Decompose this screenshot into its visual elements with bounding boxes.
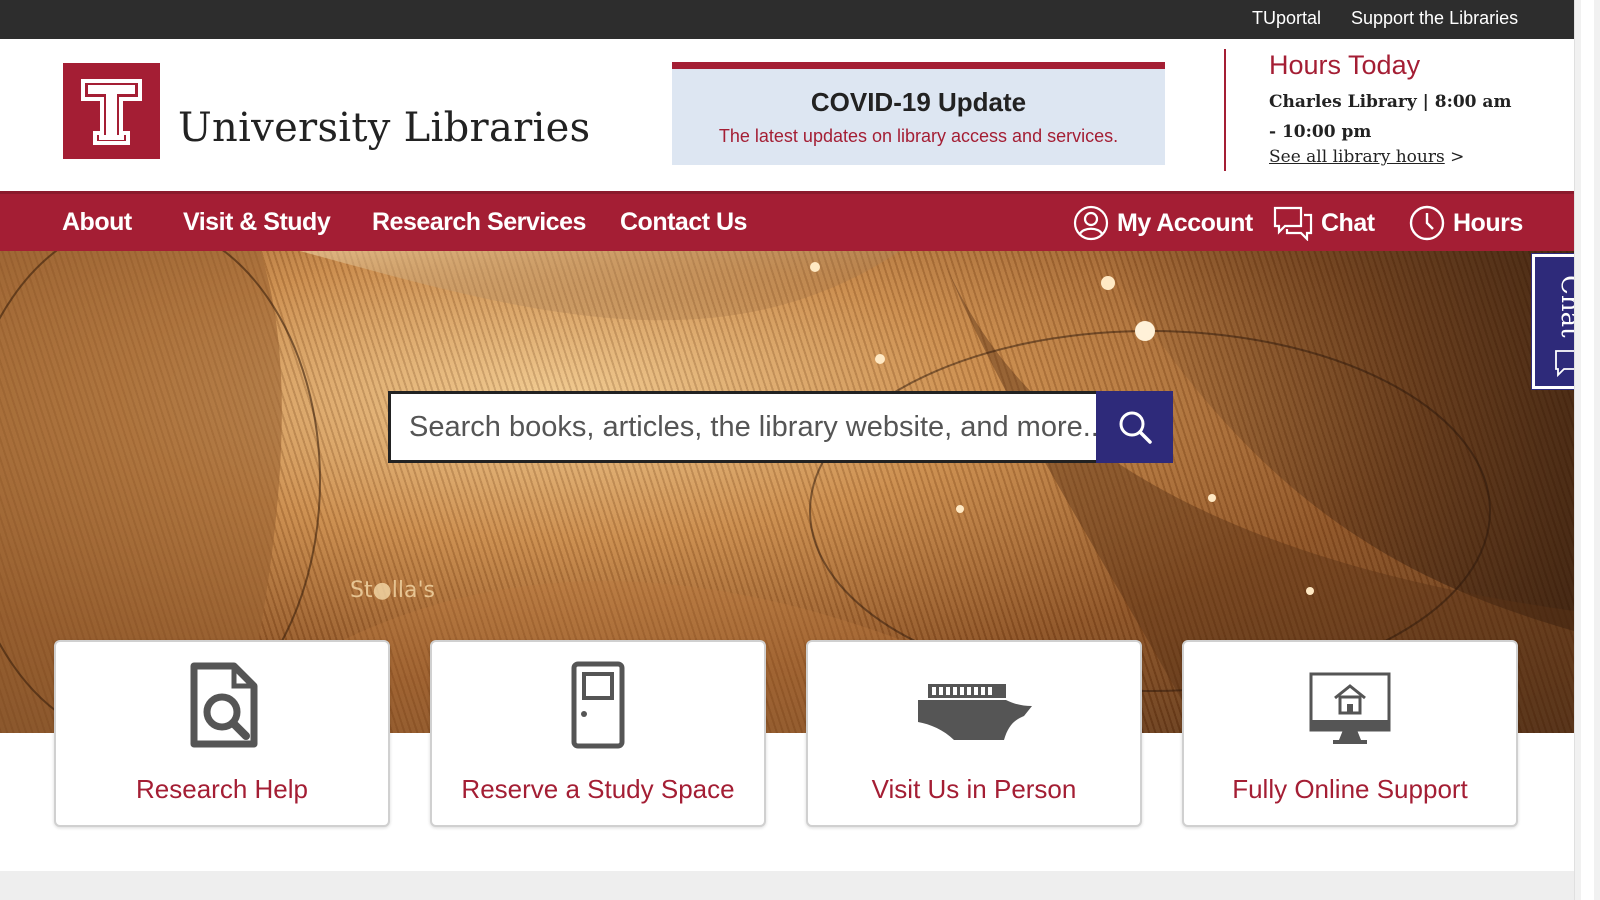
card-icon-wrap <box>432 660 764 750</box>
chat-bubbles-icon <box>1273 206 1313 241</box>
nav-contact-us[interactable]: Contact Us <box>620 208 747 237</box>
page: TUportal Support the Libraries Universit… <box>0 0 1600 900</box>
search-button[interactable] <box>1096 391 1173 463</box>
monitor-home-icon <box>1309 672 1391 744</box>
visit-in-person-label: Visit Us in Person <box>871 774 1077 804</box>
user-circle-icon <box>1073 205 1109 241</box>
all-hours-link-chevron: > <box>1444 147 1465 167</box>
search-bar <box>388 391 1173 463</box>
nav-research-services[interactable]: Research Services <box>372 208 586 237</box>
nav-about[interactable]: About <box>62 208 132 237</box>
covid-title: COVID-19 Update <box>810 87 1027 117</box>
all-hours-link[interactable]: See all library hours > <box>1269 147 1464 167</box>
hours-button[interactable]: Hours <box>1409 202 1523 244</box>
temple-t-logo-icon <box>81 79 142 145</box>
footer-band <box>0 871 1574 900</box>
svg-text:St●lla's: St●lla's <box>350 578 435 603</box>
search-icon <box>1119 411 1152 444</box>
covid-update-banner[interactable]: COVID-19 Update The latest updates on li… <box>672 62 1165 165</box>
reserve-study-space-card[interactable]: Reserve a Study Space <box>430 640 766 827</box>
library-building-icon <box>918 684 1032 740</box>
site-header: University Libraries COVID-19 Update The… <box>0 39 1574 191</box>
utility-bar: TUportal Support the Libraries <box>0 0 1574 39</box>
tuportal-link[interactable]: TUportal <box>1252 8 1321 29</box>
my-account-label: My Account <box>1117 208 1253 237</box>
clock-icon <box>1409 205 1445 241</box>
search-input[interactable] <box>388 391 1100 463</box>
chat-button[interactable]: Chat <box>1273 202 1375 244</box>
research-help-label: Research Help <box>136 774 308 804</box>
card-icon-wrap <box>56 660 388 750</box>
hours-today-detail: Charles Library | 8:00 am - 10:00 pm <box>1269 92 1512 142</box>
card-icon-wrap <box>1184 660 1516 750</box>
hours-label: Hours <box>1453 208 1523 237</box>
research-help-card[interactable]: Research Help <box>54 640 390 827</box>
fully-online-support-label: Fully Online Support <box>1232 774 1468 804</box>
door-icon <box>571 661 625 749</box>
nav-visit-study[interactable]: Visit & Study <box>183 208 331 237</box>
document-search-icon <box>190 662 258 748</box>
visit-in-person-card[interactable]: Visit Us in Person <box>806 640 1142 827</box>
card-icon-wrap <box>808 660 1140 750</box>
all-hours-link-text: See all library hours <box>1269 147 1445 167</box>
scrollbar-thumb[interactable] <box>1581 0 1594 900</box>
my-account-button[interactable]: My Account <box>1073 202 1253 244</box>
reserve-study-space-label: Reserve a Study Space <box>461 774 735 804</box>
covid-subtitle: The latest updates on library access and… <box>718 126 1119 146</box>
support-libraries-link[interactable]: Support the Libraries <box>1351 8 1518 29</box>
chat-label: Chat <box>1321 208 1375 237</box>
temple-logo[interactable] <box>63 63 160 159</box>
fully-online-support-card[interactable]: Fully Online Support <box>1182 640 1518 827</box>
hours-today-title: Hours Today <box>1269 50 1421 80</box>
main-nav: About Visit & Study Research Services Co… <box>0 191 1574 251</box>
scrollbar[interactable] <box>1574 0 1600 900</box>
site-name[interactable]: University Libraries <box>178 105 590 151</box>
hours-divider <box>1224 49 1226 171</box>
